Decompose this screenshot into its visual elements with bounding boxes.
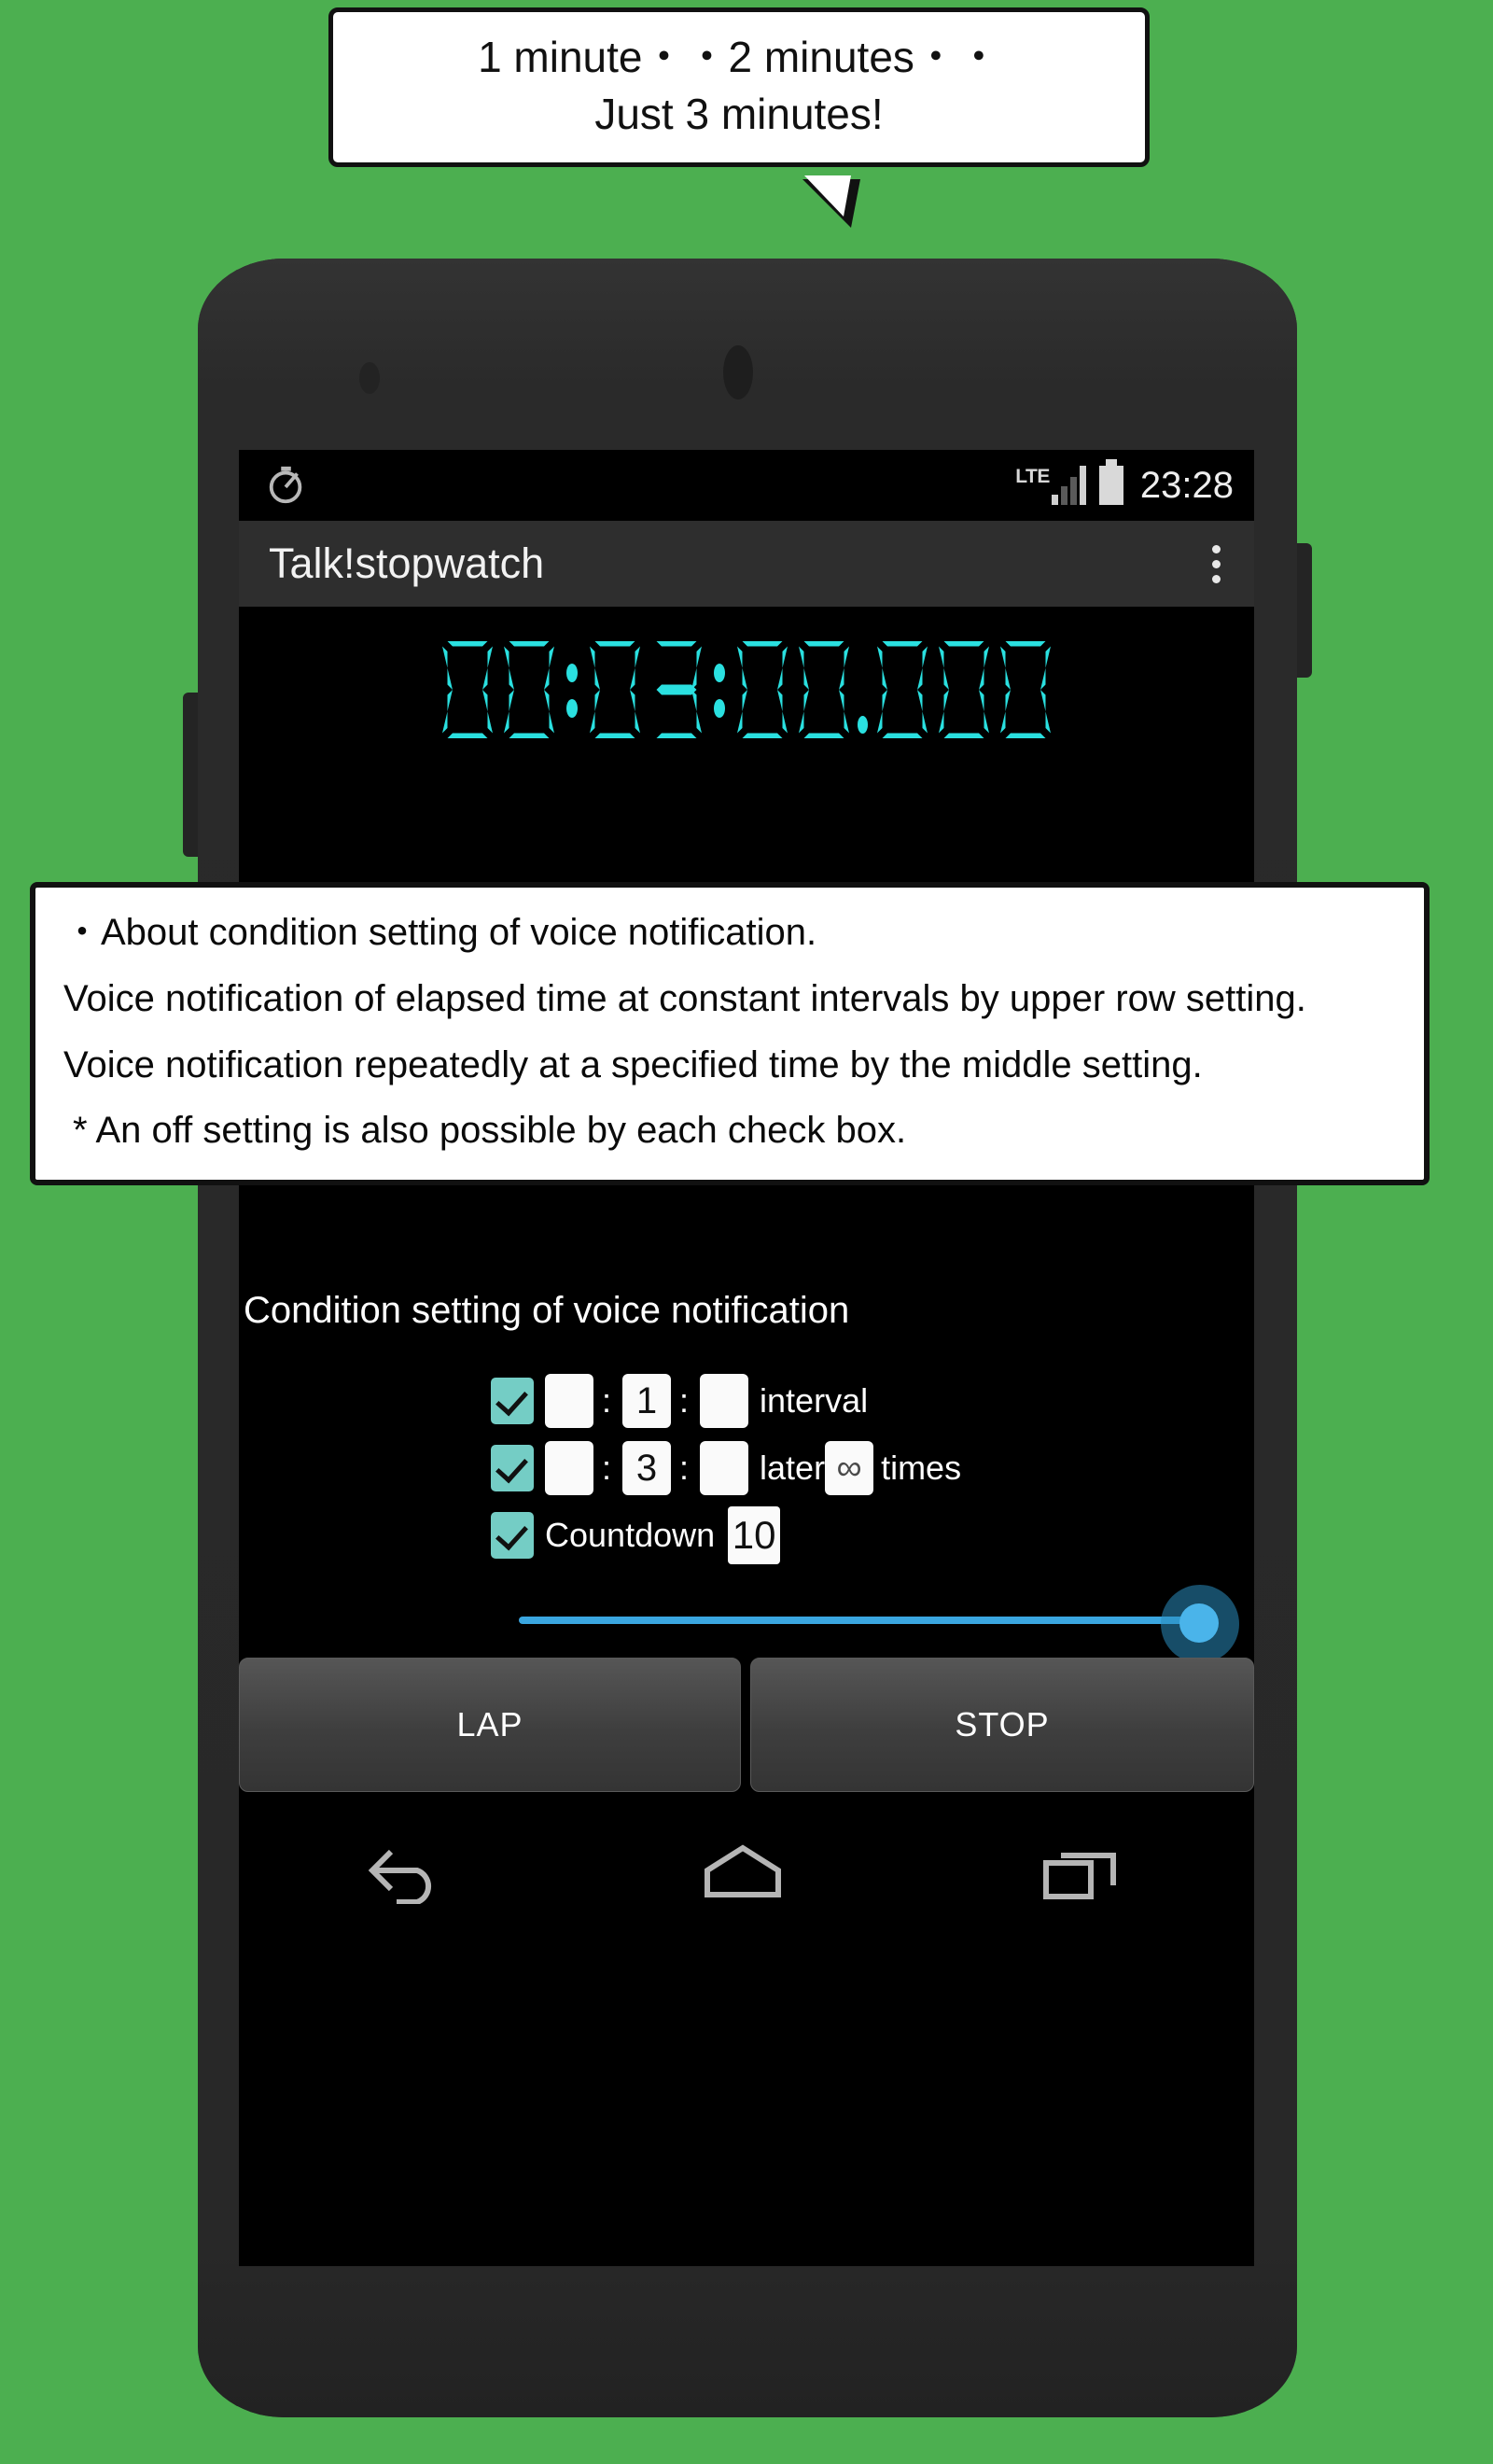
interval-minutes-field[interactable]: 1 [622, 1374, 672, 1428]
front-camera [359, 362, 380, 394]
status-bar-right-group: LTE 23:28 [1015, 459, 1234, 506]
interval-separator-1: : [602, 1381, 612, 1420]
battery-icon [1098, 459, 1123, 505]
seven-segment-time [437, 637, 1056, 742]
repeat-separator-1: : [602, 1449, 612, 1487]
timer-display [239, 607, 1254, 773]
recent-apps-icon[interactable] [1037, 1842, 1130, 1904]
lap-button[interactable]: LAP [239, 1658, 741, 1792]
lte-label: LTE [1015, 466, 1050, 487]
network-status-group: LTE [1015, 466, 1086, 505]
signal-bars-icon [1051, 466, 1086, 505]
info-dialog-line-4: * An off setting is also possible by eac… [73, 1110, 907, 1152]
info-dialog-line-1: ・About condition setting of voice notifi… [63, 912, 817, 953]
countdown-label: Countdown [545, 1516, 716, 1554]
volume-slider[interactable] [491, 1585, 1247, 1663]
repeat-times-label: times [881, 1449, 962, 1487]
interval-label: interval [760, 1381, 869, 1420]
countdown-setting-row: Countdown 10 [491, 1505, 781, 1566]
back-arrow-icon[interactable] [363, 1842, 449, 1904]
interval-seconds-field[interactable] [700, 1374, 749, 1428]
home-icon[interactable] [696, 1842, 789, 1904]
info-dialog: ・About condition setting of voice notifi… [30, 882, 1430, 1186]
repeat-checkbox[interactable] [491, 1445, 534, 1491]
overflow-menu-icon[interactable] [1212, 544, 1221, 583]
volume-slider-thumb[interactable] [1179, 1603, 1219, 1643]
app-title: Talk!stopwatch [269, 539, 545, 587]
info-dialog-line-3: Voice notification repeatedly at a speci… [63, 1043, 1203, 1085]
speech-bubble: 1 minute・・2 minutes・・ Just 3 minutes! [328, 7, 1150, 168]
stop-button[interactable]: STOP [750, 1658, 1254, 1792]
action-bar: Talk!stopwatch [239, 521, 1254, 607]
speech-bubble-line-1: 1 minute・・2 minutes・・ [478, 33, 1000, 81]
repeat-seconds-field[interactable] [700, 1441, 749, 1495]
speech-bubble-tail-fill [804, 175, 851, 217]
repeat-setting-row: : 3 : later ∞ times [491, 1437, 961, 1499]
phone-screen: LTE 23:28 Talk!stopwatch Condition setti… [239, 450, 1254, 2266]
interval-checkbox[interactable] [491, 1378, 534, 1424]
interval-separator-2: : [679, 1381, 690, 1420]
settings-section-title: Condition setting of voice notification [244, 1290, 850, 1331]
android-nav-bar [239, 1811, 1254, 1936]
earpiece-speaker [723, 345, 753, 399]
repeat-later-label: later [760, 1449, 826, 1487]
speech-bubble-line-2: Just 3 minutes! [594, 89, 884, 138]
interval-setting-row: : 1 : interval [491, 1370, 868, 1432]
repeat-separator-2: : [679, 1449, 690, 1487]
info-dialog-line-2: Voice notification of elapsed time at co… [63, 977, 1306, 1019]
repeat-minutes-field[interactable]: 3 [622, 1441, 672, 1495]
volume-slider-track [519, 1617, 1200, 1624]
status-bar: LTE 23:28 [239, 450, 1254, 521]
repeat-times-field[interactable]: ∞ [825, 1441, 874, 1495]
stopwatch-icon [269, 466, 302, 504]
countdown-value-field[interactable]: 10 [728, 1506, 781, 1564]
status-clock: 23:28 [1139, 465, 1234, 506]
repeat-hours-field[interactable] [545, 1441, 593, 1495]
countdown-checkbox[interactable] [491, 1512, 534, 1559]
interval-hours-field[interactable] [545, 1374, 593, 1428]
